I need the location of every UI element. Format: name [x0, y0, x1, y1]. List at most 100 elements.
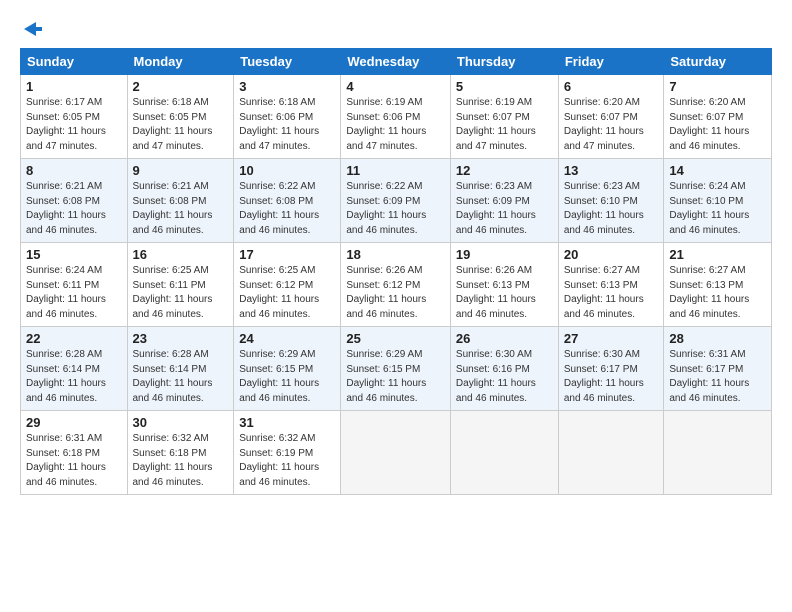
day-cell-12: 12 Sunrise: 6:23 AMSunset: 6:09 PMDaylig…: [450, 159, 558, 243]
week-row-1: 1 Sunrise: 6:17 AMSunset: 6:05 PMDayligh…: [21, 75, 772, 159]
weekday-thursday: Thursday: [450, 49, 558, 75]
week-row-2: 8 Sunrise: 6:21 AMSunset: 6:08 PMDayligh…: [21, 159, 772, 243]
day-info: Sunrise: 6:28 AMSunset: 6:14 PMDaylight:…: [26, 349, 106, 404]
day-cell-24: 24 Sunrise: 6:29 AMSunset: 6:15 PMDaylig…: [234, 327, 341, 411]
day-cell-14: 14 Sunrise: 6:24 AMSunset: 6:10 PMDaylig…: [664, 159, 772, 243]
day-info: Sunrise: 6:30 AMSunset: 6:17 PMDaylight:…: [564, 349, 644, 404]
day-info: Sunrise: 6:19 AMSunset: 6:07 PMDaylight:…: [456, 97, 536, 152]
day-number: 30: [133, 415, 229, 430]
day-info: Sunrise: 6:25 AMSunset: 6:11 PMDaylight:…: [133, 265, 213, 320]
weekday-saturday: Saturday: [664, 49, 772, 75]
weekday-tuesday: Tuesday: [234, 49, 341, 75]
day-number: 13: [564, 163, 659, 178]
day-info: Sunrise: 6:22 AMSunset: 6:08 PMDaylight:…: [239, 181, 319, 236]
day-cell-18: 18 Sunrise: 6:26 AMSunset: 6:12 PMDaylig…: [341, 243, 451, 327]
page: SundayMondayTuesdayWednesdayThursdayFrid…: [0, 0, 792, 505]
day-info: Sunrise: 6:26 AMSunset: 6:13 PMDaylight:…: [456, 265, 536, 320]
day-cell-25: 25 Sunrise: 6:29 AMSunset: 6:15 PMDaylig…: [341, 327, 451, 411]
day-number: 8: [26, 163, 122, 178]
day-info: Sunrise: 6:17 AMSunset: 6:05 PMDaylight:…: [26, 97, 106, 152]
day-cell-31: 31 Sunrise: 6:32 AMSunset: 6:19 PMDaylig…: [234, 411, 341, 495]
day-cell-8: 8 Sunrise: 6:21 AMSunset: 6:08 PMDayligh…: [21, 159, 128, 243]
day-info: Sunrise: 6:21 AMSunset: 6:08 PMDaylight:…: [133, 181, 213, 236]
day-cell-4: 4 Sunrise: 6:19 AMSunset: 6:06 PMDayligh…: [341, 75, 451, 159]
day-info: Sunrise: 6:20 AMSunset: 6:07 PMDaylight:…: [564, 97, 644, 152]
day-info: Sunrise: 6:21 AMSunset: 6:08 PMDaylight:…: [26, 181, 106, 236]
day-number: 2: [133, 79, 229, 94]
weekday-friday: Friday: [558, 49, 664, 75]
day-info: Sunrise: 6:18 AMSunset: 6:05 PMDaylight:…: [133, 97, 213, 152]
day-info: Sunrise: 6:27 AMSunset: 6:13 PMDaylight:…: [669, 265, 749, 320]
day-cell-5: 5 Sunrise: 6:19 AMSunset: 6:07 PMDayligh…: [450, 75, 558, 159]
day-cell-27: 27 Sunrise: 6:30 AMSunset: 6:17 PMDaylig…: [558, 327, 664, 411]
day-info: Sunrise: 6:31 AMSunset: 6:18 PMDaylight:…: [26, 433, 106, 488]
day-number: 3: [239, 79, 335, 94]
day-number: 31: [239, 415, 335, 430]
day-number: 26: [456, 331, 553, 346]
calendar-body: 1 Sunrise: 6:17 AMSunset: 6:05 PMDayligh…: [21, 75, 772, 495]
week-row-4: 22 Sunrise: 6:28 AMSunset: 6:14 PMDaylig…: [21, 327, 772, 411]
day-number: 19: [456, 247, 553, 262]
day-cell-22: 22 Sunrise: 6:28 AMSunset: 6:14 PMDaylig…: [21, 327, 128, 411]
day-info: Sunrise: 6:20 AMSunset: 6:07 PMDaylight:…: [669, 97, 749, 152]
day-info: Sunrise: 6:19 AMSunset: 6:06 PMDaylight:…: [346, 97, 426, 152]
day-number: 20: [564, 247, 659, 262]
day-number: 27: [564, 331, 659, 346]
day-cell-13: 13 Sunrise: 6:23 AMSunset: 6:10 PMDaylig…: [558, 159, 664, 243]
weekday-sunday: Sunday: [21, 49, 128, 75]
day-number: 11: [346, 163, 445, 178]
day-info: Sunrise: 6:27 AMSunset: 6:13 PMDaylight:…: [564, 265, 644, 320]
day-number: 25: [346, 331, 445, 346]
day-number: 1: [26, 79, 122, 94]
day-cell-30: 30 Sunrise: 6:32 AMSunset: 6:18 PMDaylig…: [127, 411, 234, 495]
day-info: Sunrise: 6:29 AMSunset: 6:15 PMDaylight:…: [346, 349, 426, 404]
day-number: 21: [669, 247, 766, 262]
day-number: 23: [133, 331, 229, 346]
day-cell-2: 2 Sunrise: 6:18 AMSunset: 6:05 PMDayligh…: [127, 75, 234, 159]
day-number: 6: [564, 79, 659, 94]
empty-cell: [558, 411, 664, 495]
week-row-5: 29 Sunrise: 6:31 AMSunset: 6:18 PMDaylig…: [21, 411, 772, 495]
day-number: 28: [669, 331, 766, 346]
day-info: Sunrise: 6:28 AMSunset: 6:14 PMDaylight:…: [133, 349, 213, 404]
day-cell-3: 3 Sunrise: 6:18 AMSunset: 6:06 PMDayligh…: [234, 75, 341, 159]
week-row-3: 15 Sunrise: 6:24 AMSunset: 6:11 PMDaylig…: [21, 243, 772, 327]
day-number: 16: [133, 247, 229, 262]
day-cell-23: 23 Sunrise: 6:28 AMSunset: 6:14 PMDaylig…: [127, 327, 234, 411]
day-number: 4: [346, 79, 445, 94]
day-info: Sunrise: 6:32 AMSunset: 6:18 PMDaylight:…: [133, 433, 213, 488]
day-number: 5: [456, 79, 553, 94]
logo-arrow-icon: [22, 18, 44, 40]
day-info: Sunrise: 6:32 AMSunset: 6:19 PMDaylight:…: [239, 433, 319, 488]
header: [20, 18, 772, 38]
day-number: 15: [26, 247, 122, 262]
day-cell-26: 26 Sunrise: 6:30 AMSunset: 6:16 PMDaylig…: [450, 327, 558, 411]
empty-cell: [664, 411, 772, 495]
day-number: 14: [669, 163, 766, 178]
day-cell-10: 10 Sunrise: 6:22 AMSunset: 6:08 PMDaylig…: [234, 159, 341, 243]
logo: [20, 18, 44, 38]
day-number: 24: [239, 331, 335, 346]
day-info: Sunrise: 6:24 AMSunset: 6:10 PMDaylight:…: [669, 181, 749, 236]
day-number: 29: [26, 415, 122, 430]
day-number: 10: [239, 163, 335, 178]
day-info: Sunrise: 6:30 AMSunset: 6:16 PMDaylight:…: [456, 349, 536, 404]
day-info: Sunrise: 6:25 AMSunset: 6:12 PMDaylight:…: [239, 265, 319, 320]
day-info: Sunrise: 6:29 AMSunset: 6:15 PMDaylight:…: [239, 349, 319, 404]
day-info: Sunrise: 6:31 AMSunset: 6:17 PMDaylight:…: [669, 349, 749, 404]
day-cell-15: 15 Sunrise: 6:24 AMSunset: 6:11 PMDaylig…: [21, 243, 128, 327]
empty-cell: [450, 411, 558, 495]
day-cell-9: 9 Sunrise: 6:21 AMSunset: 6:08 PMDayligh…: [127, 159, 234, 243]
day-info: Sunrise: 6:23 AMSunset: 6:10 PMDaylight:…: [564, 181, 644, 236]
weekday-monday: Monday: [127, 49, 234, 75]
day-number: 17: [239, 247, 335, 262]
weekday-wednesday: Wednesday: [341, 49, 451, 75]
day-cell-1: 1 Sunrise: 6:17 AMSunset: 6:05 PMDayligh…: [21, 75, 128, 159]
day-number: 9: [133, 163, 229, 178]
day-number: 22: [26, 331, 122, 346]
day-cell-6: 6 Sunrise: 6:20 AMSunset: 6:07 PMDayligh…: [558, 75, 664, 159]
day-cell-7: 7 Sunrise: 6:20 AMSunset: 6:07 PMDayligh…: [664, 75, 772, 159]
day-number: 18: [346, 247, 445, 262]
day-number: 12: [456, 163, 553, 178]
calendar-table: SundayMondayTuesdayWednesdayThursdayFrid…: [20, 48, 772, 495]
